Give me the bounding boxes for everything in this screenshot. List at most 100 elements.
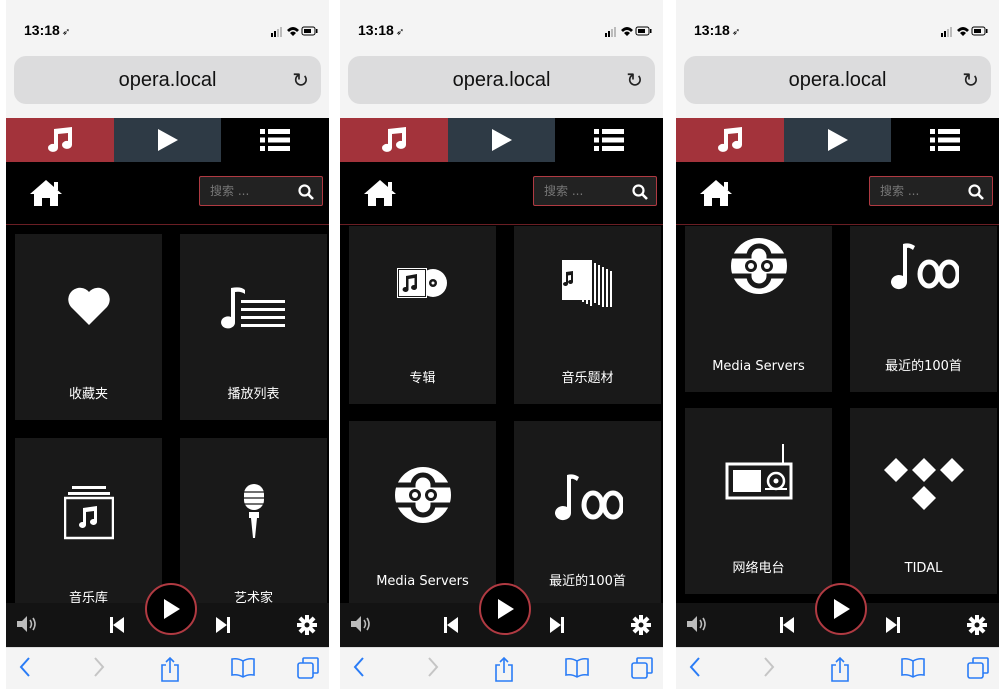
- home-icon[interactable]: [28, 178, 64, 208]
- tabs-icon[interactable]: [630, 656, 654, 685]
- tile-internet-radio[interactable]: 网络电台: [685, 408, 832, 594]
- tile-recent-100[interactable]: 最近的100首: [850, 226, 997, 392]
- status-time: 13:18 ➶: [694, 22, 741, 38]
- library-icon: [63, 486, 114, 540]
- music-note-icon: [47, 127, 72, 152]
- reload-icon[interactable]: ↻: [292, 68, 309, 93]
- address-bar[interactable]: opera.local ↻: [684, 56, 991, 104]
- phone-screen-3: 13:18 ➶ opera.local ↻ 搜索 ... Media Serve…: [676, 0, 999, 689]
- address-bar[interactable]: opera.local ↻: [348, 56, 655, 104]
- next-track-icon[interactable]: [886, 616, 900, 634]
- home-icon[interactable]: [698, 178, 734, 208]
- back-icon[interactable]: [688, 656, 702, 683]
- play-button[interactable]: [815, 583, 867, 635]
- tile-media-servers[interactable]: Media Servers: [349, 421, 496, 603]
- tab-music[interactable]: [676, 118, 784, 162]
- tab-queue[interactable]: [891, 118, 999, 162]
- tab-queue[interactable]: [221, 118, 329, 162]
- play-icon: [164, 599, 180, 619]
- search-icon[interactable]: [298, 184, 314, 200]
- tile-genres[interactable]: 音乐题材: [514, 226, 661, 404]
- volume-icon[interactable]: [686, 615, 708, 633]
- previous-track-icon[interactable]: [444, 616, 458, 634]
- bookmarks-icon[interactable]: [900, 656, 926, 683]
- back-icon[interactable]: [352, 656, 366, 683]
- music-note-icon: [717, 127, 742, 152]
- tile-label: 音乐题材: [561, 371, 614, 386]
- search-box: [533, 176, 657, 206]
- tab-now-playing[interactable]: [783, 118, 892, 162]
- url-text: opera.local: [788, 69, 887, 91]
- previous-track-icon[interactable]: [780, 616, 794, 634]
- tab-now-playing[interactable]: [113, 118, 222, 162]
- tile-media-servers[interactable]: Media Servers: [685, 226, 832, 392]
- tidal-icon: [883, 458, 964, 510]
- tile-recent-100[interactable]: 最近的100首: [514, 421, 661, 603]
- tile-label: 艺术家: [233, 591, 273, 603]
- status-bar: 13:18 ➶: [340, 0, 663, 44]
- search-input[interactable]: [200, 177, 294, 205]
- volume-icon[interactable]: [16, 615, 38, 633]
- safari-toolbar: [676, 647, 999, 689]
- back-icon[interactable]: [18, 656, 32, 683]
- share-icon[interactable]: [494, 656, 514, 687]
- tab-queue[interactable]: [555, 118, 663, 162]
- volume-icon[interactable]: [350, 615, 372, 633]
- tab-now-playing[interactable]: [447, 118, 556, 162]
- tile-favorites[interactable]: 收藏夹: [15, 234, 162, 420]
- play-icon: [827, 129, 848, 151]
- tab-music[interactable]: [6, 118, 114, 162]
- tabs-icon[interactable]: [296, 656, 320, 685]
- share-icon[interactable]: [160, 656, 180, 687]
- url-text: opera.local: [452, 69, 551, 91]
- share-icon[interactable]: [830, 656, 850, 687]
- play-icon: [157, 129, 178, 151]
- tile-playlists[interactable]: 播放列表: [180, 234, 327, 420]
- tile-tidal[interactable]: TIDAL: [850, 408, 997, 594]
- play-icon: [491, 129, 512, 151]
- tile-artists[interactable]: 艺术家: [180, 438, 327, 603]
- home-icon[interactable]: [362, 178, 398, 208]
- forward-icon[interactable]: [762, 656, 776, 683]
- tab-music[interactable]: [340, 118, 448, 162]
- settings-gear-icon[interactable]: [297, 615, 317, 635]
- settings-gear-icon[interactable]: [631, 615, 651, 635]
- safari-toolbar: [340, 647, 663, 689]
- tile-label: 音乐库: [68, 591, 108, 603]
- play-button[interactable]: [145, 583, 197, 635]
- bookmarks-icon[interactable]: [230, 656, 256, 683]
- reload-icon[interactable]: ↻: [962, 68, 979, 93]
- play-icon: [498, 599, 514, 619]
- search-input[interactable]: [534, 177, 628, 205]
- browser-chrome: opera.local ↻: [6, 44, 329, 118]
- tile-label: 播放列表: [227, 387, 280, 402]
- bookmarks-icon[interactable]: [564, 656, 590, 683]
- top-navigation: [340, 162, 663, 225]
- main-tabs: [340, 118, 663, 162]
- playlist-icon: [220, 287, 285, 329]
- search-icon[interactable]: [632, 184, 648, 200]
- main-tabs: [6, 118, 329, 162]
- tile-label: Media Servers: [376, 574, 469, 589]
- phone-screen-2: 13:18 ➶ opera.local ↻ 搜索 ... 专辑 音乐题材 Med…: [340, 0, 663, 689]
- list-icon: [260, 129, 291, 151]
- forward-icon[interactable]: [426, 656, 440, 683]
- tile-library[interactable]: 音乐库: [15, 438, 162, 603]
- forward-icon[interactable]: [92, 656, 106, 683]
- previous-track-icon[interactable]: [110, 616, 124, 634]
- next-track-icon[interactable]: [216, 616, 230, 634]
- search-box: [869, 176, 993, 206]
- play-button[interactable]: [479, 583, 531, 635]
- search-icon[interactable]: [968, 184, 984, 200]
- tabs-icon[interactable]: [966, 656, 990, 685]
- address-bar[interactable]: opera.local ↻: [14, 56, 321, 104]
- tile-albums[interactable]: 专辑: [349, 226, 496, 404]
- list-icon: [930, 129, 961, 151]
- status-icons: [605, 26, 652, 37]
- search-input[interactable]: [870, 177, 964, 205]
- reload-icon[interactable]: ↻: [626, 68, 643, 93]
- radio-icon: [725, 444, 792, 500]
- settings-gear-icon[interactable]: [967, 615, 987, 635]
- next-track-icon[interactable]: [550, 616, 564, 634]
- album-icon: [396, 268, 447, 298]
